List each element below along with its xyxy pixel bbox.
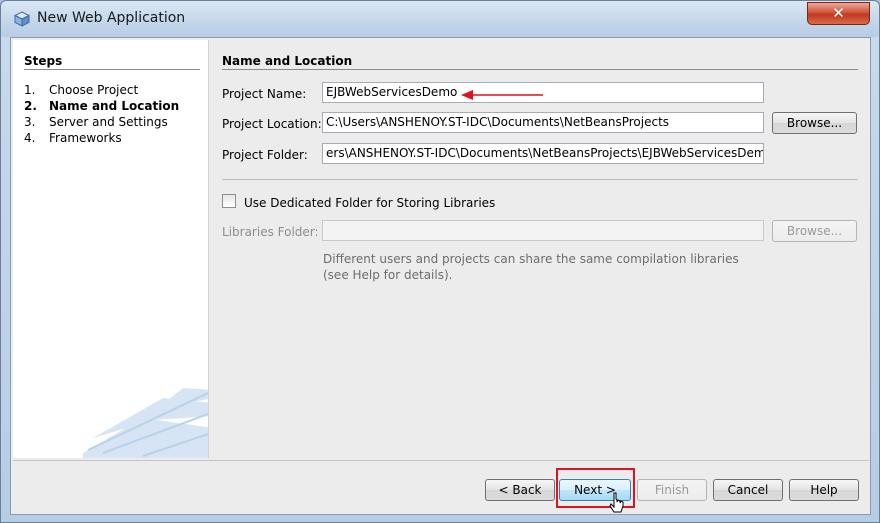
step-number: 3. <box>24 115 36 129</box>
step-label: Server and Settings <box>49 115 168 129</box>
libraries-folder-label: Libraries Folder: <box>222 225 319 239</box>
mouse-pointer-icon <box>609 492 624 513</box>
step-number: 2. <box>24 99 37 113</box>
dedicated-folder-checkbox[interactable] <box>222 194 236 208</box>
cancel-button[interactable]: Cancel <box>713 479 783 501</box>
project-folder-input[interactable]: ers\ANSHENOY.ST-IDC\Documents\NetBeansPr… <box>322 143 764 164</box>
project-location-browse-button[interactable]: Browse... <box>772 112 857 134</box>
back-button[interactable]: < Back <box>485 479 555 501</box>
dedicated-folder-label[interactable]: Use Dedicated Folder for Storing Librari… <box>244 196 495 210</box>
libraries-folder-input[interactable] <box>322 220 764 241</box>
step-list: 1. Choose Project 2. Name and Location 3. S… <box>24 82 179 146</box>
project-location-input[interactable]: C:\Users\ANSHENOY.ST-IDC\Documents\NetBe… <box>322 112 764 133</box>
window-title: New Web Application <box>37 10 186 26</box>
steps-title: Steps <box>24 54 63 68</box>
close-icon: ✕ <box>832 4 845 22</box>
project-name-label: Project Name: <box>222 87 307 101</box>
project-folder-label: Project Folder: <box>222 148 308 162</box>
steps-pane: Steps 1. Choose Project 2. Name and Locati… <box>13 40 209 458</box>
project-location-label: Project Location: <box>222 117 322 131</box>
title-bar[interactable]: New Web Application ✕ <box>1 1 879 37</box>
netbeans-watermark-graphic <box>83 388 208 458</box>
step-item: 1. Choose Project <box>24 82 179 98</box>
step-item: 4. Frameworks <box>24 130 179 146</box>
section-title: Name and Location <box>222 54 353 68</box>
step-item: 3. Server and Settings <box>24 114 179 130</box>
section-separator <box>222 179 858 180</box>
step-item-current: 2. Name and Location <box>24 98 179 114</box>
button-bar-divider <box>13 460 869 461</box>
step-label: Name and Location <box>49 99 180 113</box>
finish-button[interactable]: Finish <box>637 479 707 501</box>
steps-divider <box>24 69 200 70</box>
step-number: 1. <box>24 83 36 97</box>
help-button[interactable]: Help <box>789 479 859 501</box>
dialog-client: Steps 1. Choose Project 2. Name and Locati… <box>10 37 871 515</box>
step-label: Choose Project <box>49 83 139 97</box>
netbeans-cube-icon <box>14 11 30 27</box>
section-divider <box>222 69 858 70</box>
close-button[interactable]: ✕ <box>807 2 870 25</box>
red-arrow-annotation <box>461 90 543 100</box>
step-number: 4. <box>24 131 36 145</box>
dialog-window: New Web Application ✕ Steps 1. Choose Pro… <box>0 0 880 523</box>
libraries-help-text: Different users and projects can share t… <box>323 252 739 282</box>
name-location-panel: Name and Location Project Name: EJBWebSe… <box>211 40 869 458</box>
libraries-browse-button[interactable]: Browse... <box>772 220 857 242</box>
step-label: Frameworks <box>49 131 122 145</box>
